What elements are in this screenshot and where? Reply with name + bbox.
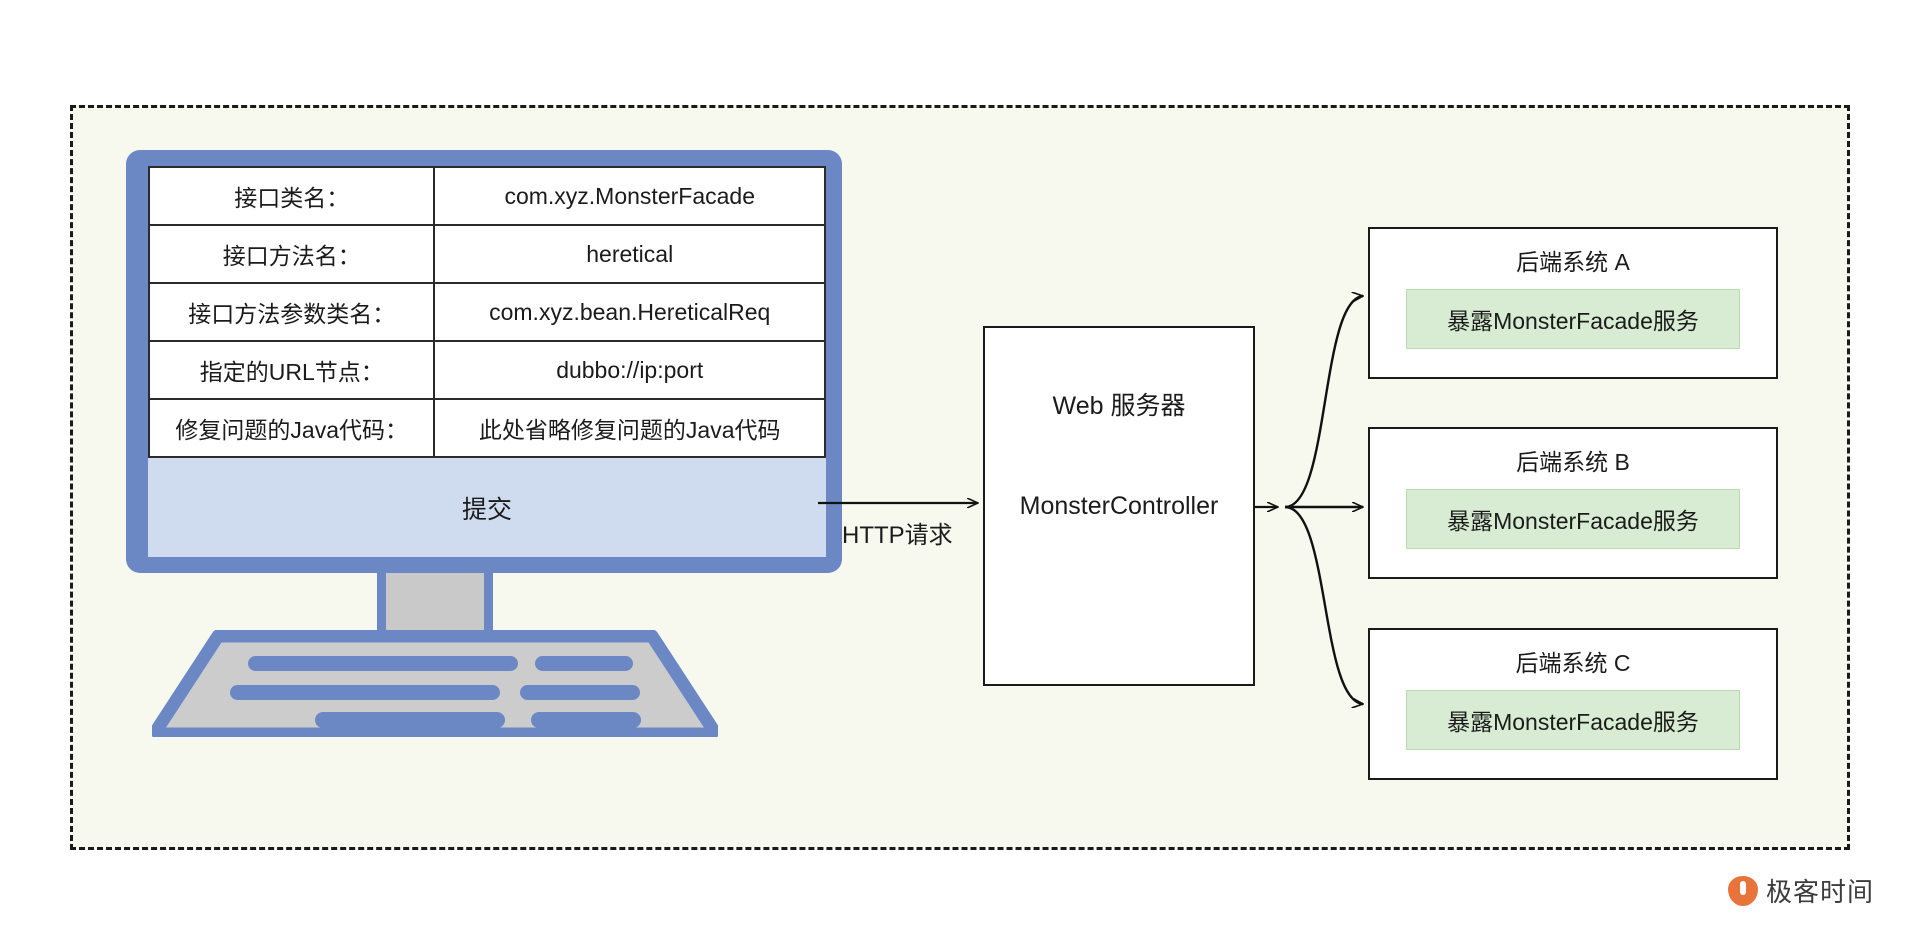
backend-system-c-box: 后端系统 C 暴露MonsterFacade服务: [1368, 628, 1778, 780]
diagram-canvas: 接口类名： com.xyz.MonsterFacade 接口方法名： heret…: [0, 0, 1920, 948]
table-row: 指定的URL节点： dubbo://ip:port: [147, 340, 826, 400]
form-label-url-node: 指定的URL节点：: [147, 340, 436, 400]
form-value-method-name[interactable]: heretical: [433, 224, 826, 284]
client-computer-monitor: 接口类名： com.xyz.MonsterFacade 接口方法名： heret…: [126, 150, 842, 573]
watermark-text: 极客时间: [1766, 877, 1875, 907]
geekbang-logo-icon: [1728, 875, 1758, 906]
backend-system-c-title: 后端系统 C: [1515, 650, 1631, 676]
web-server-box: Web 服务器 MonsterController: [983, 326, 1255, 686]
form-label-java-code: 修复问题的Java代码：: [147, 398, 436, 458]
backend-system-b-service: 暴露MonsterFacade服务: [1406, 489, 1740, 549]
request-form-table: 接口类名： com.xyz.MonsterFacade 接口方法名： heret…: [147, 166, 826, 458]
watermark: 极客时间: [1728, 872, 1874, 909]
http-request-label: HTTP请求: [842, 522, 953, 549]
form-value-param-class[interactable]: com.xyz.bean.HereticalReq: [433, 282, 826, 342]
backend-system-b-box: 后端系统 B 暴露MonsterFacade服务: [1368, 427, 1778, 579]
backend-system-b-title: 后端系统 B: [1516, 449, 1630, 475]
backend-system-c-service: 暴露MonsterFacade服务: [1406, 690, 1740, 750]
form-label-interface-class: 接口类名：: [147, 166, 436, 226]
table-row: 接口方法名： heretical: [147, 224, 826, 284]
submit-button[interactable]: 提交: [148, 458, 826, 557]
table-row: 接口方法参数类名： com.xyz.bean.HereticalReq: [147, 282, 826, 342]
table-row: 接口类名： com.xyz.MonsterFacade: [147, 166, 826, 226]
keyboard-icon: [150, 629, 720, 741]
monster-controller-label: MonsterController: [1019, 491, 1219, 520]
backend-system-a-box: 后端系统 A 暴露MonsterFacade服务: [1368, 227, 1778, 379]
form-label-param-class: 接口方法参数类名：: [147, 282, 436, 342]
form-label-method-name: 接口方法名：: [147, 224, 436, 284]
backend-system-a-service: 暴露MonsterFacade服务: [1406, 289, 1740, 349]
form-value-java-code[interactable]: 此处省略修复问题的Java代码: [433, 398, 826, 458]
monitor-stand-icon: [377, 573, 493, 637]
form-value-interface-class[interactable]: com.xyz.MonsterFacade: [433, 166, 826, 226]
monitor-screen: 接口类名： com.xyz.MonsterFacade 接口方法名： heret…: [147, 166, 826, 557]
table-row: 修复问题的Java代码： 此处省略修复问题的Java代码: [147, 398, 826, 458]
backend-system-a-title: 后端系统 A: [1516, 249, 1630, 275]
form-value-url-node[interactable]: dubbo://ip:port: [433, 340, 826, 400]
